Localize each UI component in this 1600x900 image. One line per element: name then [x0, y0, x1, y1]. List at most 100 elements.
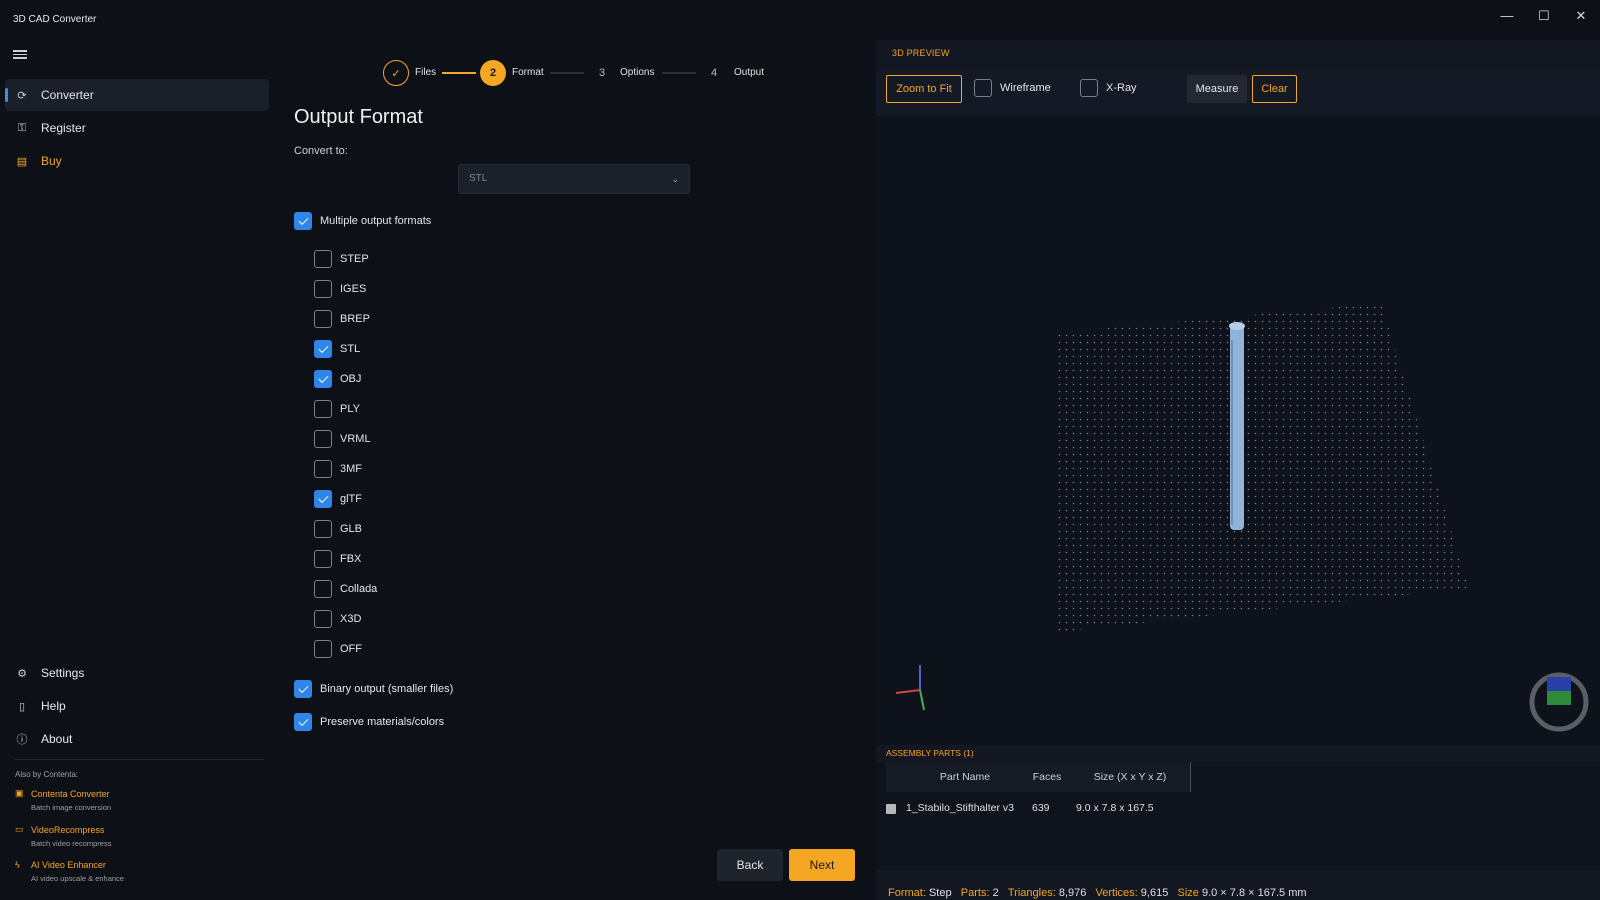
sidebar-item-label: Help — [41, 699, 66, 713]
format-checkbox-brep[interactable]: BREP — [314, 310, 370, 328]
column-header-faces[interactable]: Faces — [1024, 762, 1070, 792]
status-size-key: Size — [1177, 887, 1199, 899]
also-by-videorecompress[interactable]: ▭ VideoRecompress Batch video recompress — [15, 824, 255, 848]
preview-panel: 3D PREVIEW ASSEMBLY PARTS (1) Part Name … — [876, 40, 1600, 900]
sidebar-item-about[interactable]: ⓘ About — [5, 723, 269, 755]
format-checkbox-glb[interactable]: GLB — [314, 520, 362, 538]
format-checkbox-ply[interactable]: PLY — [314, 400, 360, 418]
checkbox-box[interactable] — [314, 490, 332, 508]
step-options-label: Options — [620, 67, 655, 78]
format-checkbox-obj[interactable]: OBJ — [314, 370, 361, 388]
format-checkbox-iges[interactable]: IGES — [314, 280, 366, 298]
also-by-title: Contenta Converter — [31, 788, 110, 799]
step-options-number[interactable]: 3 — [589, 60, 615, 86]
step-format-number[interactable]: 2 — [480, 60, 506, 86]
checkbox-label: FBX — [340, 553, 362, 565]
checkbox-box[interactable] — [314, 580, 332, 598]
step-format-label: Format — [512, 67, 544, 78]
step-files-label: Files — [415, 67, 437, 78]
convert-to-select[interactable]: STL ⌄ — [458, 164, 690, 194]
format-checkbox-collada[interactable]: Collada — [314, 580, 377, 598]
assembly-parts-header: ASSEMBLY PARTS (1) — [886, 748, 974, 758]
also-by-ai-video-enhancer[interactable]: ϟ AI Video Enhancer AI video upscale & en… — [15, 860, 255, 883]
checkbox-box[interactable] — [314, 640, 332, 658]
checkbox-box[interactable] — [294, 212, 312, 230]
maximize-button[interactable]: ☐ — [1526, 4, 1562, 28]
minimize-button[interactable]: — — [1489, 4, 1525, 28]
image-icon: ▣ — [15, 788, 24, 798]
format-checkbox-vrml[interactable]: VRML — [314, 430, 371, 448]
format-checkbox-off[interactable]: OFF — [314, 640, 362, 658]
format-checkbox-3mf[interactable]: 3MF — [314, 460, 362, 478]
checkbox-label: BREP — [340, 313, 370, 325]
format-checkbox-step[interactable]: STEP — [314, 250, 369, 268]
format-checkbox-gltf[interactable]: glTF — [314, 490, 362, 508]
step-output-number[interactable]: 4 — [701, 60, 727, 86]
xray-checkbox[interactable]: X-Ray — [1080, 79, 1137, 97]
preserve-materials-checkbox[interactable]: Preserve materials/colors — [294, 713, 444, 731]
status-format-key: Format: — [888, 887, 926, 899]
close-button[interactable]: ✕ — [1563, 4, 1599, 28]
checkbox-box[interactable] — [314, 460, 332, 478]
column-separator[interactable] — [1190, 762, 1191, 792]
checkbox-box[interactable] — [314, 430, 332, 448]
checkbox-box[interactable] — [314, 400, 332, 418]
sidebar-item-help[interactable]: ▯ Help — [5, 690, 269, 722]
chevron-down-icon: ⌄ — [671, 174, 679, 184]
back-button[interactable]: Back — [717, 849, 783, 881]
checkbox-label: VRML — [340, 433, 371, 445]
checkbox-box[interactable] — [314, 250, 332, 268]
sidebar-item-converter[interactable]: ⟳ Converter — [5, 79, 269, 111]
sidebar-item-settings[interactable]: ⚙ Settings — [5, 657, 269, 689]
sidebar-item-label: Converter — [41, 88, 94, 102]
sidebar-item-buy[interactable]: ▤ Buy — [5, 145, 269, 177]
binary-output-checkbox[interactable]: Binary output (smaller files) — [294, 680, 453, 698]
measure-button[interactable]: Measure — [1187, 75, 1247, 103]
also-by-contenta-converter[interactable]: ▣ Contenta Converter Batch image conversi… — [15, 788, 255, 812]
wizard-stepper: ✓ Files 2 Format 3 Options 4 Output — [380, 58, 880, 88]
sidebar-item-register[interactable]: ⚿ Register — [5, 112, 269, 144]
step-connector — [662, 72, 696, 74]
checkbox-label: Multiple output formats — [320, 215, 432, 227]
3d-viewport[interactable] — [876, 110, 1600, 745]
clear-button[interactable]: Clear — [1252, 75, 1297, 103]
part-color-swatch — [886, 804, 896, 814]
checkbox-box[interactable] — [314, 610, 332, 628]
checkbox-box[interactable] — [1080, 79, 1098, 97]
book-icon: ▯ — [18, 700, 26, 713]
hamburger-menu-icon[interactable] — [13, 48, 27, 62]
video-icon: ▭ — [15, 824, 24, 834]
format-checkbox-fbx[interactable]: FBX — [314, 550, 361, 568]
checkbox-label: PLY — [340, 403, 360, 415]
model-render[interactable] — [876, 110, 1600, 745]
column-header-size[interactable]: Size (X x Y x Z) — [1070, 762, 1190, 792]
checkbox-box[interactable] — [314, 520, 332, 538]
checkbox-box[interactable] — [974, 79, 992, 97]
also-by-title: AI Video Enhancer — [31, 860, 106, 870]
view-cube-icon[interactable] — [1529, 672, 1589, 732]
sidebar: ⟳ Converter ⚿ Register ▤ Buy ⚙ Settings … — [0, 40, 272, 900]
format-checkbox-x3d[interactable]: X3D — [314, 610, 361, 628]
multiple-formats-checkbox[interactable]: Multiple output formats — [294, 212, 431, 230]
app-title: 3D CAD Converter — [13, 14, 97, 25]
checkbox-box[interactable] — [314, 340, 332, 358]
column-header-part-name[interactable]: Part Name — [886, 762, 1044, 792]
next-button[interactable]: Next — [789, 849, 855, 881]
checkbox-box[interactable] — [314, 280, 332, 298]
checkbox-label: glTF — [340, 493, 362, 505]
checkbox-box[interactable] — [294, 713, 312, 731]
gear-icon: ⚙ — [17, 667, 27, 680]
step-files-check-icon[interactable]: ✓ — [383, 60, 409, 86]
zoom-to-fit-button[interactable]: Zoom to Fit — [886, 75, 962, 103]
checkbox-box[interactable] — [294, 680, 312, 698]
status-bar: Format: Step Parts: 2 Triangles: 8,976 V… — [888, 887, 1307, 899]
checkbox-box[interactable] — [314, 370, 332, 388]
wireframe-checkbox[interactable]: Wireframe — [974, 79, 1051, 97]
refresh-icon: ⟳ — [17, 89, 27, 102]
status-vertices-key: Vertices: — [1095, 887, 1138, 899]
format-checkbox-stl[interactable]: STL — [314, 340, 360, 358]
step-connector — [550, 72, 584, 74]
checkbox-box[interactable] — [314, 550, 332, 568]
checkbox-box[interactable] — [314, 310, 332, 328]
also-by-subtitle: AI video upscale & enhance — [31, 874, 124, 883]
